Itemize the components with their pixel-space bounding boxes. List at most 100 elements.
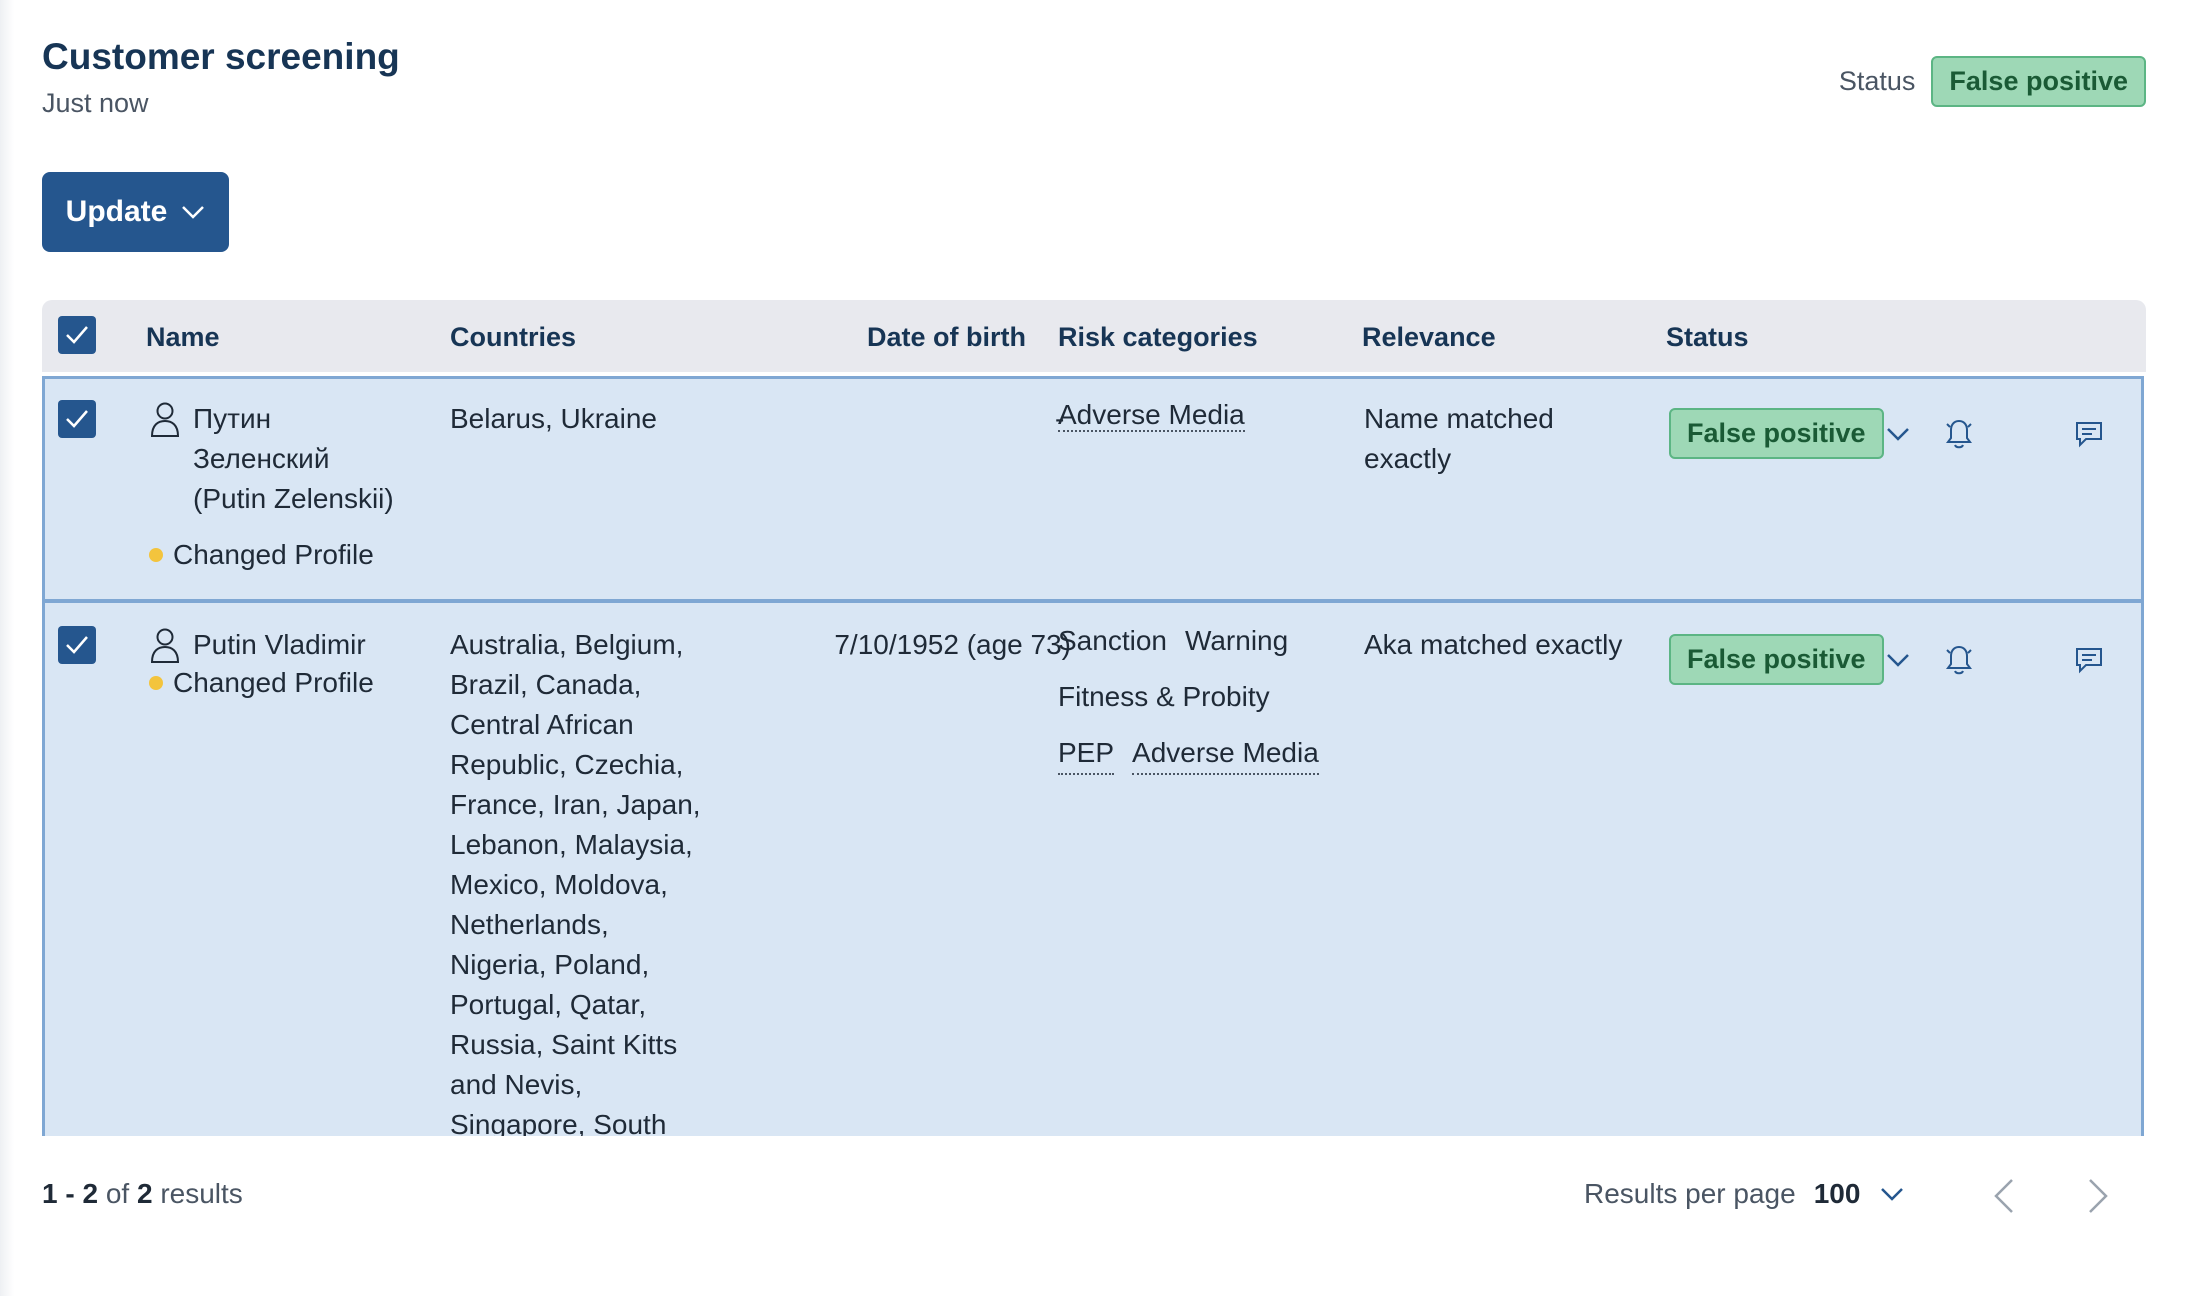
countries-line: Nigeria, Poland,: [450, 949, 650, 980]
risk-categories-cell: Sanction Warning Fitness & Probity PEP A…: [1058, 621, 1319, 791]
bell-icon: [1946, 645, 1972, 675]
name-line: Зеленский: [193, 443, 330, 474]
update-button-label: Update: [65, 195, 168, 228]
risk-line: PEP Adverse Media: [1058, 733, 1319, 775]
risk-line: Fitness & Probity: [1058, 677, 1319, 717]
left-edge-shadow: [0, 0, 14, 1296]
results-per-page: Results per page 100: [1584, 1178, 1904, 1210]
previous-page-button[interactable]: [1992, 1176, 2016, 1221]
risk-tag: Sanction: [1058, 625, 1167, 656]
relevance-cell: Aka matched exactly: [1364, 629, 1623, 660]
check-icon: [66, 410, 88, 428]
changed-profile-indicator: Changed Profile: [149, 667, 374, 699]
countries-cell: Belarus, Ukraine: [450, 403, 657, 434]
status-label: Status: [1838, 66, 1916, 96]
risk-tag: Warning: [1184, 625, 1289, 656]
person-icon: [150, 628, 180, 663]
table-footer: 1 - 2 of 2 results Results per page 100: [42, 1172, 2146, 1222]
results-range: 1 - 2: [42, 1178, 99, 1209]
page-title: Customer screening: [42, 36, 400, 77]
row-status-badge[interactable]: False positive: [1669, 634, 1884, 685]
risk-tag-link[interactable]: Adverse Media: [1132, 733, 1319, 775]
status-dropdown-button[interactable]: [1881, 417, 1915, 451]
relevance-cell: Name matched exactly: [1364, 399, 1554, 479]
countries-line: Netherlands,: [450, 909, 609, 940]
countries-line: Lebanon, Malaysia,: [450, 829, 693, 860]
countries-line: Russia, Saint Kitts: [450, 1029, 678, 1060]
table-header: Name Countries Date of birth Risk catego…: [42, 300, 2146, 372]
risk-categories-cell: Adverse Media: [1058, 395, 1245, 435]
overall-status: Status False positive: [1839, 56, 2146, 107]
chevron-right-icon: [2089, 1179, 2108, 1213]
check-icon: [66, 636, 88, 654]
countries-line: Mexico, Moldova,: [450, 869, 668, 900]
countries-line: Singapore, South: [450, 1109, 667, 1136]
countries-cell: Australia, Belgium, Brazil, Canada, Cent…: [450, 625, 701, 1136]
name-line: (Putin Zelenskii): [193, 483, 394, 514]
screening-table: Name Countries Date of birth Risk catego…: [42, 300, 2146, 1136]
countries-line: Central African: [450, 709, 634, 740]
chevron-down-icon: [1881, 1188, 1904, 1201]
column-name[interactable]: Name: [146, 322, 220, 353]
column-relevance[interactable]: Relevance: [1362, 322, 1496, 353]
risk-tag-link[interactable]: PEP: [1058, 733, 1115, 775]
countries-line: Republic, Czechia,: [450, 749, 684, 780]
yellow-dot-icon: [149, 676, 163, 690]
status-badge: False positive: [1931, 56, 2146, 107]
table-row[interactable]: Путин Зеленский (Putin Zelenskii) Change…: [42, 376, 2144, 602]
countries-line: Portugal, Qatar,: [450, 989, 647, 1020]
risk-tag-link[interactable]: Adverse Media: [1058, 399, 1245, 432]
last-updated: Just now: [42, 88, 149, 118]
comment-button[interactable]: [2069, 640, 2109, 680]
row-checkbox[interactable]: [58, 626, 96, 664]
countries-line: France, Iran, Japan,: [450, 789, 701, 820]
changed-profile-indicator: Changed Profile: [149, 539, 374, 571]
name-cell: Putin Vladimir: [149, 625, 366, 665]
chevron-left-icon: [1994, 1179, 2013, 1213]
next-page-button[interactable]: [2086, 1176, 2110, 1221]
results-total: 2: [136, 1178, 153, 1209]
relevance-line: Name matched: [1364, 403, 1554, 434]
countries-line: and Nevis,: [450, 1069, 583, 1100]
countries-line: Brazil, Canada,: [450, 669, 642, 700]
column-countries[interactable]: Countries: [450, 322, 576, 353]
update-button[interactable]: Update: [42, 172, 229, 252]
bell-icon: [1946, 419, 1972, 449]
dob-cell: 7/10/1952 (age 73): [834, 629, 1071, 660]
results-per-page-value: 100: [1813, 1178, 1861, 1209]
entity-name[interactable]: Путин Зеленский (Putin Zelenskii): [193, 399, 394, 519]
chevron-down-icon: [1887, 654, 1909, 667]
results-count: 1 - 2 of 2 results: [42, 1178, 243, 1210]
row-checkbox[interactable]: [58, 400, 96, 438]
status-dropdown-button[interactable]: [1881, 643, 1915, 677]
name-cell: Путин Зеленский (Putin Zelenskii): [149, 399, 394, 519]
comment-icon: [2076, 422, 2102, 448]
results-of: of: [105, 1178, 130, 1209]
check-icon: [66, 326, 88, 344]
column-status[interactable]: Status: [1666, 322, 1749, 353]
chevron-down-icon: [1887, 428, 1909, 441]
risk-line: Sanction Warning: [1058, 621, 1319, 661]
entity-name[interactable]: Putin Vladimir: [193, 625, 366, 665]
name-line: Putin Vladimir: [193, 629, 366, 660]
table-row[interactable]: Putin Vladimir Changed Profile Australia…: [42, 600, 2144, 1136]
chevron-down-icon: [182, 206, 205, 219]
results-per-page-select[interactable]: 100: [1814, 1178, 1905, 1210]
comment-button[interactable]: [2069, 414, 2109, 454]
changed-profile-label: Changed Profile: [173, 667, 374, 698]
alert-button[interactable]: [1939, 414, 1979, 454]
comment-icon: [2076, 648, 2102, 674]
column-date-of-birth[interactable]: Date of birth: [867, 322, 1026, 353]
alert-button[interactable]: [1939, 640, 1979, 680]
row-status-badge[interactable]: False positive: [1669, 408, 1884, 459]
results-word: results: [160, 1178, 243, 1209]
name-line: Путин: [193, 403, 272, 434]
column-risk-categories[interactable]: Risk categories: [1058, 322, 1258, 353]
person-icon: [150, 402, 180, 437]
risk-tag: Fitness & Probity: [1058, 681, 1270, 712]
changed-profile-label: Changed Profile: [173, 539, 374, 570]
relevance-line: exactly: [1364, 443, 1452, 474]
countries-line: Australia, Belgium,: [450, 629, 684, 660]
results-per-page-label: Results per page: [1584, 1178, 1796, 1209]
select-all-checkbox[interactable]: [58, 316, 96, 354]
